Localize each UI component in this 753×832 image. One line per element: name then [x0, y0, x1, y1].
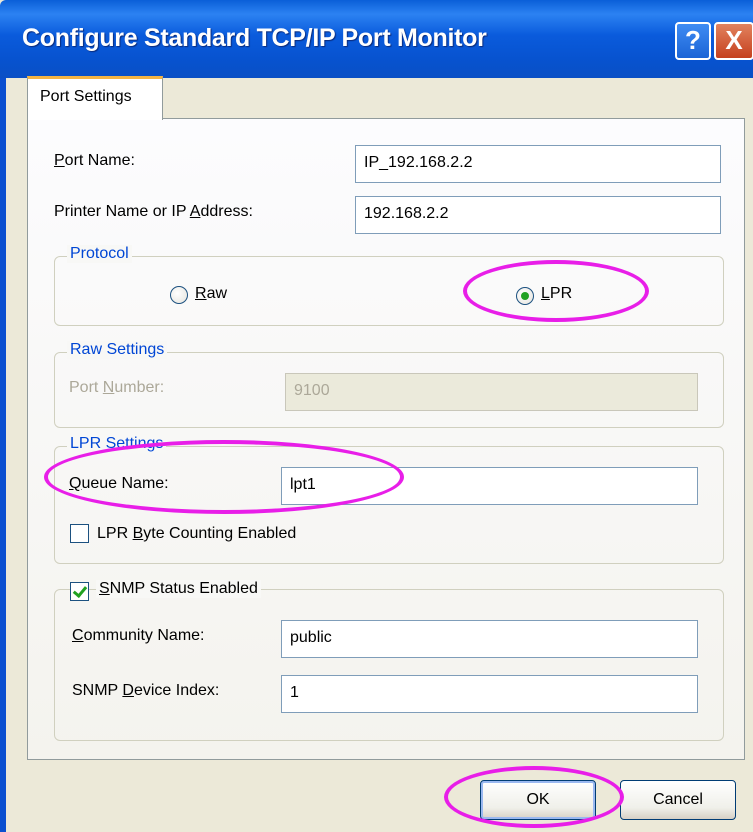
help-icon[interactable]: ?	[675, 22, 711, 60]
raw-radio-label[interactable]: Raw	[195, 285, 227, 303]
lpr-byte-counting-label[interactable]: LPR Byte Counting Enabled	[97, 525, 296, 543]
printer-address-input[interactable]: 192.168.2.2	[355, 196, 721, 234]
raw-settings-legend: Raw Settings	[67, 341, 168, 359]
queue-name-label: Queue Name:	[69, 475, 169, 492]
protocol-group	[54, 256, 724, 326]
printer-name-label: Printer Name or IP Address:	[54, 203, 253, 220]
port-name-label-accel: P	[54, 152, 65, 169]
dialog-window: Configure Standard TCP/IP Port Monitor ?…	[0, 0, 753, 832]
lpr-byte-counting-checkbox[interactable]	[70, 524, 89, 543]
cancel-button[interactable]: Cancel	[620, 780, 736, 820]
lpr-settings-group	[54, 446, 724, 564]
window-title: Configure Standard TCP/IP Port Monitor	[22, 24, 487, 52]
tab-label: Port Settings	[40, 88, 132, 105]
ok-button[interactable]: OK	[480, 780, 596, 820]
community-name-label: Community Name:	[72, 627, 205, 644]
snmp-group	[54, 589, 724, 741]
snmp-device-index-input[interactable]: 1	[281, 675, 698, 713]
port-name-label-rest: ort Name:	[64, 152, 135, 169]
snmp-enabled-label[interactable]: SNMP Status Enabled	[96, 580, 261, 598]
port-number-label: Port Number:	[69, 379, 165, 396]
port-name-label: Port Name:	[54, 152, 135, 170]
close-icon[interactable]: X	[714, 22, 753, 60]
community-name-input[interactable]: public	[281, 620, 698, 658]
lpr-radio[interactable]	[516, 287, 534, 305]
protocol-legend: Protocol	[67, 245, 132, 263]
snmp-enabled-checkbox[interactable]	[70, 582, 89, 601]
snmp-device-index-label: SNMP Device Index:	[72, 682, 220, 699]
queue-name-input[interactable]: lpt1	[281, 467, 698, 505]
port-number-input[interactable]: 9100	[285, 373, 698, 411]
raw-radio[interactable]	[170, 286, 188, 304]
tab-port-settings[interactable]: Port Settings	[27, 76, 163, 120]
lpr-radio-label[interactable]: LPR	[541, 285, 572, 303]
window-left-border	[0, 78, 6, 832]
lpr-settings-legend: LPR Settings	[67, 435, 167, 453]
title-bar[interactable]: Configure Standard TCP/IP Port Monitor ?…	[0, 0, 753, 78]
port-name-input[interactable]: IP_192.168.2.2	[355, 145, 721, 183]
